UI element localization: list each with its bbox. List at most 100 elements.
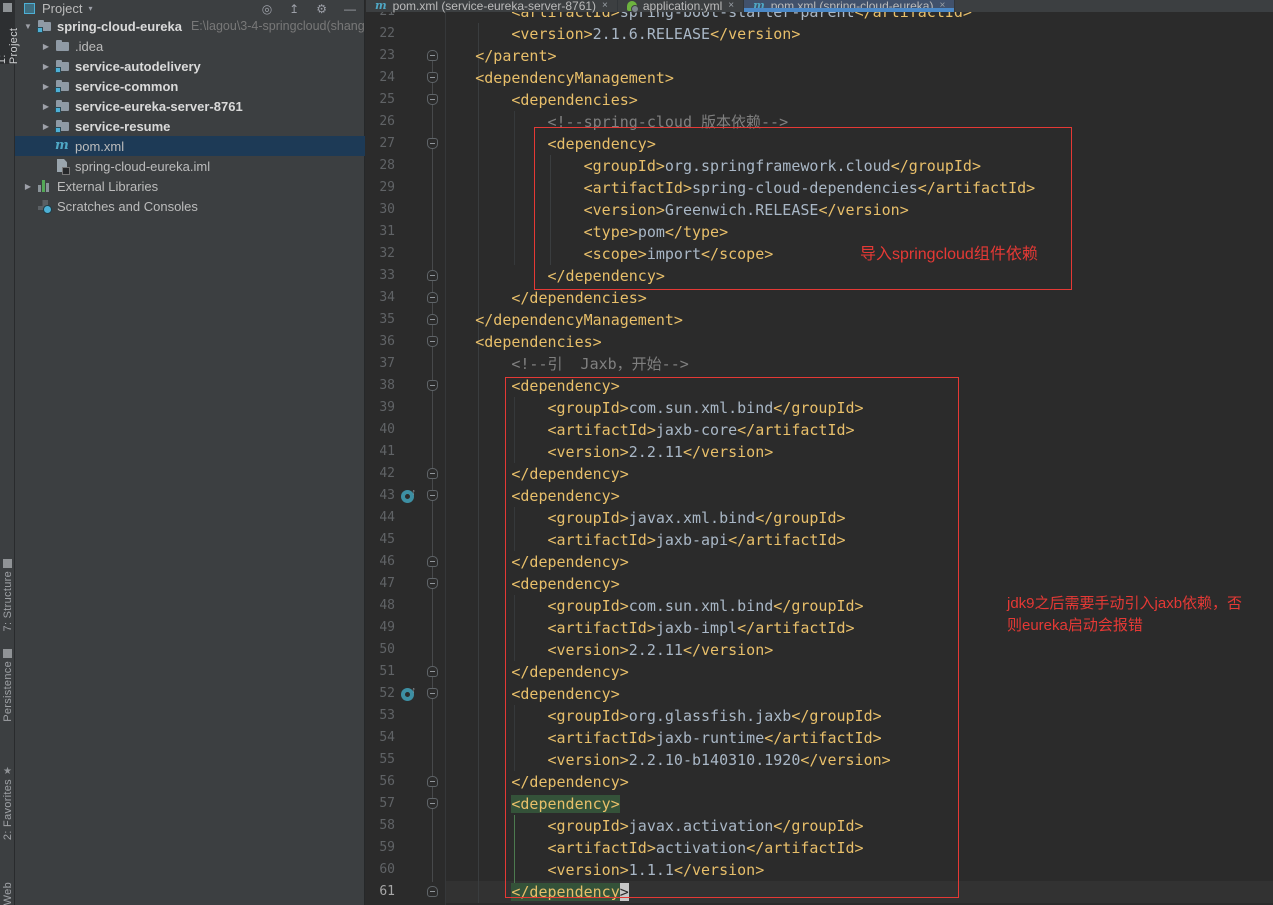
tool-window-button-web[interactable]: Web <box>0 876 15 905</box>
fold-close-icon[interactable] <box>427 468 438 479</box>
chevron-right-icon[interactable]: ▶ <box>37 82 55 91</box>
tree-item--idea[interactable]: ▶ .idea <box>15 36 365 56</box>
fold-open-icon[interactable] <box>427 138 438 149</box>
fold-close-icon[interactable] <box>427 314 438 325</box>
editor-tab-bar: m pom.xml (service-eureka-server-8761) × ap… <box>366 0 1273 13</box>
code-line-39[interactable]: <groupId>com.sun.xml.bind</groupId> <box>403 397 864 419</box>
fold-open-icon[interactable] <box>427 798 438 809</box>
tool-window-button----favorites[interactable]: ★ 2: Favorites <box>0 764 15 852</box>
settings-gear-icon[interactable]: ⚙ <box>316 2 327 16</box>
fold-close-icon[interactable] <box>427 886 438 897</box>
collapse-all-icon[interactable]: ↥ <box>289 2 299 16</box>
tree-item-scratches-and-consoles[interactable]: Scratches and Consoles <box>15 196 365 216</box>
tree-item-spring-cloud-eureka-iml[interactable]: spring-cloud-eureka.iml <box>15 156 365 176</box>
line-number: 23 <box>379 48 395 63</box>
code-line-44[interactable]: <groupId>javax.xml.bind</groupId> <box>403 507 846 529</box>
code-line-24[interactable]: <dependencyManagement> <box>403 67 674 89</box>
code-line-58[interactable]: <groupId>javax.activation</groupId> <box>403 815 864 837</box>
chevron-right-icon[interactable]: ▶ <box>19 182 37 191</box>
fold-close-icon[interactable] <box>427 270 438 281</box>
code-line-28[interactable]: <groupId>org.springframework.cloud</grou… <box>403 155 981 177</box>
editor-tab[interactable]: m pom.xml (spring-cloud-eureka) × <box>744 0 956 13</box>
dependency-navigate-icon[interactable] <box>401 487 416 503</box>
close-icon[interactable]: × <box>602 0 608 12</box>
code-line-22[interactable]: <version>2.1.6.RELEASE</version> <box>403 23 800 45</box>
fold-open-icon[interactable] <box>427 490 438 501</box>
code-line-60[interactable]: <version>1.1.1</version> <box>403 859 765 881</box>
annotation-label-jaxb: jdk9之后需要手动引入jaxb依赖，否 则eureka启动会报错 <box>1007 593 1242 637</box>
line-number: 28 <box>379 158 395 173</box>
fold-open-icon[interactable] <box>427 688 438 699</box>
chevron-right-icon[interactable]: ▶ <box>37 42 55 51</box>
code-line-25[interactable]: <dependencies> <box>403 89 637 111</box>
code-line-55[interactable]: <version>2.2.10-b140310.1920</version> <box>403 749 891 771</box>
line-number: 25 <box>379 92 395 107</box>
code-line-40[interactable]: <artifactId>jaxb-core</artifactId> <box>403 419 855 441</box>
line-number: 47 <box>379 576 395 591</box>
code-line-53[interactable]: <groupId>org.glassfish.jaxb</groupId> <box>403 705 882 727</box>
tool-window-button-persistence[interactable]: Persistence <box>0 646 15 742</box>
tree-item-service-common[interactable]: ▶ service-common <box>15 76 365 96</box>
chevron-down-icon[interactable]: ▼ <box>19 22 37 31</box>
chevron-right-icon[interactable]: ▶ <box>37 122 55 131</box>
chevron-down-icon[interactable]: ▾ <box>88 4 92 13</box>
code-line-37[interactable]: <!--引 Jaxb，开始--> <box>403 353 688 375</box>
tree-item-external-libraries[interactable]: ▶ External Libraries <box>15 176 365 196</box>
close-icon[interactable]: × <box>728 0 734 12</box>
fold-open-icon[interactable] <box>427 380 438 391</box>
maven-file-icon: m <box>753 0 765 12</box>
code-line-32[interactable]: <scope>import</scope> <box>403 243 774 265</box>
module-folder-icon <box>37 19 53 33</box>
code-line-41[interactable]: <version>2.2.11</version> <box>403 441 774 463</box>
fold-open-icon[interactable] <box>427 578 438 589</box>
code-line-49[interactable]: <artifactId>jaxb-impl</artifactId> <box>403 617 855 639</box>
fold-close-icon[interactable] <box>427 776 438 787</box>
line-number: 58 <box>379 818 395 833</box>
editor-tab[interactable]: m pom.xml (service-eureka-server-8761) × <box>366 0 618 13</box>
hide-panel-icon[interactable]: — <box>344 2 356 16</box>
code-line-35[interactable]: </dependencyManagement> <box>403 309 683 331</box>
tree-item-service-eureka-server-8761[interactable]: ▶ service-eureka-server-8761 <box>15 96 365 116</box>
code-line-31[interactable]: <type>pom</type> <box>403 221 729 243</box>
code-line-45[interactable]: <artifactId>jaxb-api</artifactId> <box>403 529 846 551</box>
code-line-34[interactable]: </dependencies> <box>403 287 646 309</box>
tree-item-pom-xml[interactable]: m pom.xml <box>15 136 365 156</box>
fold-close-icon[interactable] <box>427 292 438 303</box>
line-number: 26 <box>379 114 395 129</box>
tool-window-button----structure[interactable]: 7: Structure <box>0 556 15 636</box>
module-folder-icon <box>55 99 71 113</box>
code-line-48[interactable]: <groupId>com.sun.xml.bind</groupId> <box>403 595 864 617</box>
editor[interactable]: 2122232425262728293031323334353637383940… <box>366 0 1273 905</box>
close-icon[interactable]: × <box>939 0 945 12</box>
dependency-navigate-icon[interactable] <box>401 685 416 701</box>
code-line-30[interactable]: <version>Greenwich.RELEASE</version> <box>403 199 909 221</box>
tree-item-service-autodelivery[interactable]: ▶ service-autodelivery <box>15 56 365 76</box>
code-line-33[interactable]: </dependency> <box>403 265 665 287</box>
tool-window-button----project[interactable]: 1: Project <box>0 0 20 64</box>
fold-close-icon[interactable] <box>427 556 438 567</box>
fold-open-icon[interactable] <box>427 94 438 105</box>
fold-close-icon[interactable] <box>427 666 438 677</box>
line-number: 40 <box>379 422 395 437</box>
fold-open-icon[interactable] <box>427 336 438 347</box>
line-number: 51 <box>379 664 395 679</box>
code-line-26[interactable]: <!--spring-cloud 版本依赖--> <box>403 111 789 133</box>
line-number: 49 <box>379 620 395 635</box>
chevron-right-icon[interactable]: ▶ <box>37 62 55 71</box>
tree-item-service-resume[interactable]: ▶ service-resume <box>15 116 365 136</box>
code-line-59[interactable]: <artifactId>activation</artifactId> <box>403 837 864 859</box>
code-line-54[interactable]: <artifactId>jaxb-runtime</artifactId> <box>403 727 882 749</box>
code-line-27[interactable]: <dependency> <box>403 133 656 155</box>
line-number: 54 <box>379 730 395 745</box>
code-line-29[interactable]: <artifactId>spring-cloud-dependencies</a… <box>403 177 1036 199</box>
code-line-50[interactable]: <version>2.2.11</version> <box>403 639 774 661</box>
fold-open-icon[interactable] <box>427 72 438 83</box>
favorites-star-icon: ★ <box>3 766 12 777</box>
fold-close-icon[interactable] <box>427 50 438 61</box>
line-number: 36 <box>379 334 395 349</box>
tree-item-spring-cloud-eureka[interactable]: ▼ spring-cloud-eureka E:\lagou\3-4-springc… <box>15 16 365 36</box>
locate-icon[interactable]: ◎ <box>262 2 272 16</box>
chevron-right-icon[interactable]: ▶ <box>37 102 55 111</box>
editor-tab[interactable]: application.yml × <box>618 0 745 13</box>
line-number: 30 <box>379 202 395 217</box>
